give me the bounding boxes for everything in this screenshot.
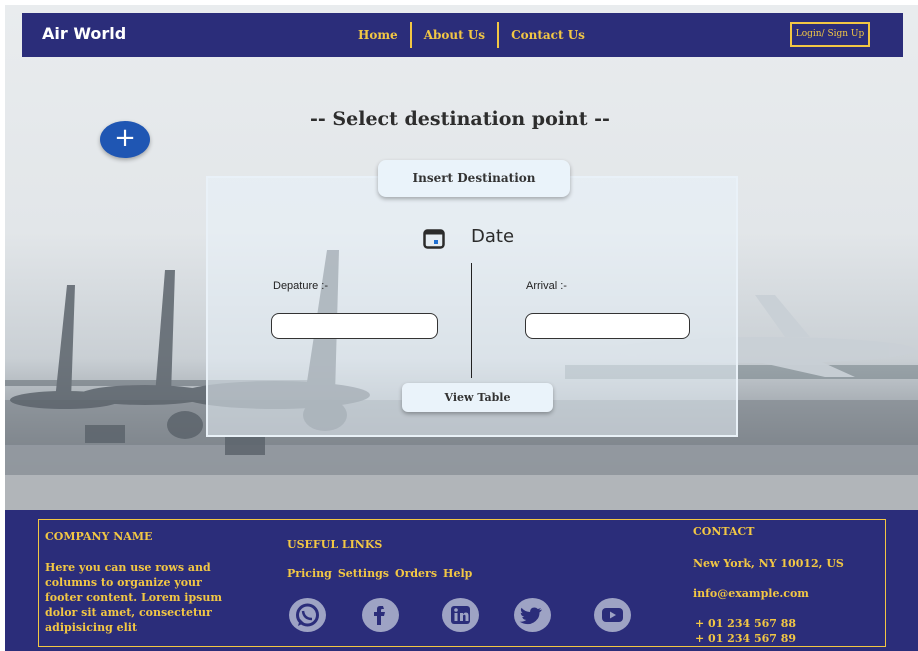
page-title: -- Select destination point --: [310, 108, 610, 130]
facebook-icon[interactable]: [362, 598, 399, 632]
footer-link-orders[interactable]: Orders: [395, 567, 437, 580]
login-signup-button[interactable]: Login/ Sign Up: [790, 22, 870, 47]
useful-links-title: USEFUL LINKS: [287, 538, 383, 551]
nav-link-about[interactable]: About Us: [409, 22, 497, 48]
linkedin-icon[interactable]: [442, 598, 479, 632]
twitter-icon[interactable]: [514, 598, 551, 632]
footer-link-settings[interactable]: Settings: [338, 567, 389, 580]
view-table-button[interactable]: View Table: [402, 383, 553, 412]
company-title: COMPANY NAME: [45, 530, 153, 543]
departure-date-input[interactable]: [271, 313, 438, 339]
date-divider: [471, 263, 472, 378]
add-button[interactable]: +: [100, 121, 150, 158]
whatsapp-icon[interactable]: [289, 598, 326, 632]
contact-title: CONTACT: [693, 525, 755, 538]
brand-logo[interactable]: Air World: [42, 24, 126, 43]
footer-link-pricing[interactable]: Pricing: [287, 567, 332, 580]
insert-destination-button[interactable]: Insert Destination: [378, 160, 570, 197]
contact-email[interactable]: info@example.com: [693, 587, 809, 600]
date-label: Date: [471, 226, 515, 247]
arrival-label: Arrival :-: [526, 280, 567, 292]
calendar-icon: [423, 229, 445, 249]
youtube-icon[interactable]: [594, 598, 631, 632]
nav-link-home[interactable]: Home: [352, 22, 410, 48]
arrival-date-input[interactable]: [525, 313, 690, 339]
company-description: Here you can use rows and columns to org…: [45, 561, 222, 634]
nav-link-contact[interactable]: Contact Us: [497, 22, 597, 48]
contact-address: New York, NY 10012, US: [693, 557, 844, 570]
useful-links: Pricing Settings Orders Help: [287, 567, 472, 580]
navbar: Air World Home About Us Contact Us Login…: [22, 13, 903, 57]
departure-label: Depature :-: [273, 280, 329, 292]
footer-link-help[interactable]: Help: [443, 567, 472, 580]
footer: COMPANY NAME Here you can use rows and c…: [5, 510, 918, 651]
contact-phone-1: + 01 234 567 88: [695, 617, 797, 630]
contact-phone-2: + 01 234 567 89: [695, 632, 797, 645]
nav-links: Home About Us Contact Us: [352, 22, 597, 48]
